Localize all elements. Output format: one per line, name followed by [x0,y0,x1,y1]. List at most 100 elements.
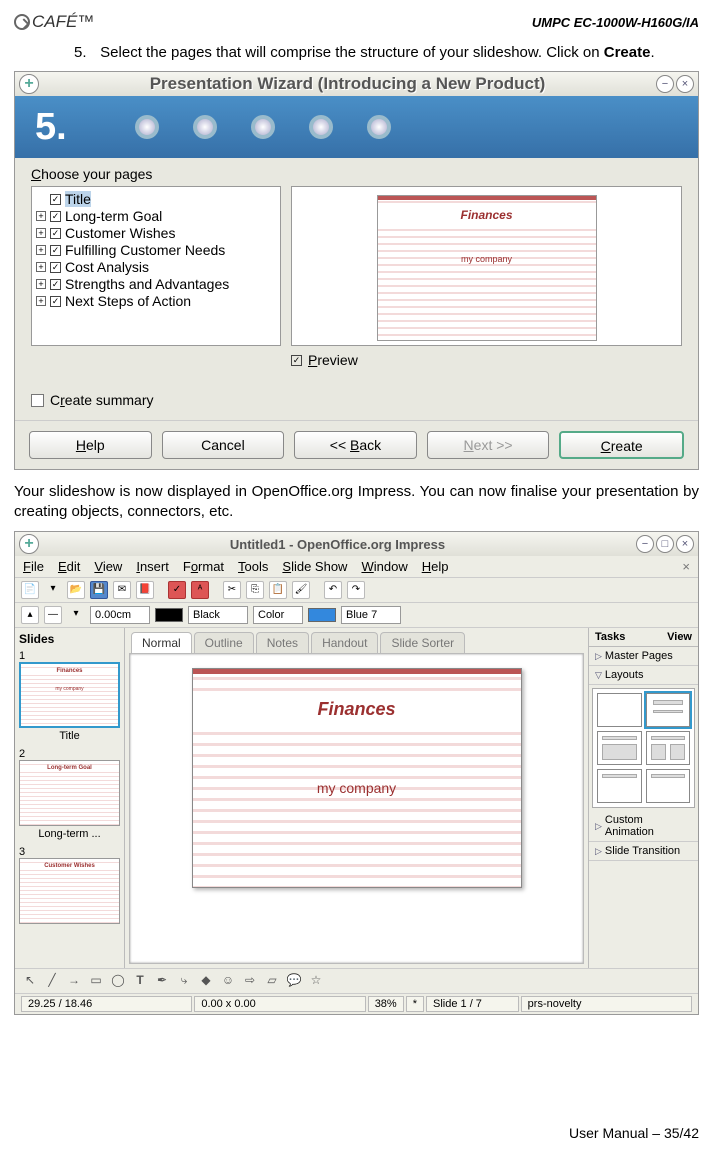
save-icon[interactable]: 💾 [90,581,108,599]
line-color[interactable]: Black [188,606,248,624]
tab-outline[interactable]: Outline [194,632,254,653]
new-icon[interactable]: 📄 [21,581,39,599]
menu-format[interactable]: Format [183,559,224,574]
select-icon[interactable]: ↖ [21,972,39,990]
fill-type[interactable]: Color [253,606,303,624]
layout-two[interactable] [646,731,691,765]
status-size: 0.00 x 0.00 [194,996,365,1012]
cancel-button[interactable]: Cancel [162,431,285,459]
spellcheck-icon[interactable]: ✓ [168,581,186,599]
layout-grid[interactable] [646,769,691,803]
slide-transition-section[interactable]: ▷Slide Transition [589,842,698,861]
redo-icon[interactable]: ↷ [347,581,365,599]
swatch-black[interactable] [155,608,183,622]
star-icon[interactable]: ☆ [307,972,325,990]
menu-insert[interactable]: Insert [136,559,169,574]
brush-icon[interactable]: 🖌 [292,581,310,599]
line-icon[interactable]: — [44,606,62,624]
rect-icon[interactable]: ▭ [87,972,105,990]
tab-notes[interactable]: Notes [256,632,309,653]
callout-icon[interactable]: 💬 [285,972,303,990]
menu-slideshow[interactable]: Slide Show [282,559,347,574]
tab-handout[interactable]: Handout [311,632,378,653]
page-item: +✓Customer Wishes [36,225,276,241]
plus-icon[interactable]: + [19,534,39,554]
back-button[interactable]: << Back [294,431,417,459]
logo-icon [14,14,30,30]
layouts-section[interactable]: ▽Layouts [589,666,698,685]
layout-list[interactable] [597,769,642,803]
slide-editor[interactable]: Finances my company [192,668,522,888]
toolbar-2: ▴ —▾ 0.00cm Black Color Blue 7 [15,603,698,628]
preview-checkbox[interactable]: ✓Preview [291,352,682,368]
menu-tools[interactable]: Tools [238,559,268,574]
copy-icon[interactable]: ⎘ [246,581,264,599]
maximize-icon[interactable]: □ [656,535,674,553]
text-icon[interactable]: T [131,972,149,990]
ellipse-icon[interactable]: ◯ [109,972,127,990]
tab-normal[interactable]: Normal [131,632,192,653]
autospell-icon[interactable]: ᴬ [191,581,209,599]
arrow-icon[interactable]: ▴ [21,606,39,624]
line-icon[interactable]: ╱ [43,972,61,990]
menu-edit[interactable]: Edit [58,559,80,574]
pdf-icon[interactable]: 📕 [136,581,154,599]
doc-close-icon[interactable]: × [682,559,690,574]
shapes-icon[interactable]: ◆ [197,972,215,990]
close-icon[interactable]: × [676,535,694,553]
menubar: File Edit View Insert Format Tools Slide… [15,556,698,578]
slide-thumb-2[interactable]: Long-term Goal [19,760,120,826]
connector-icon[interactable]: ⤷ [175,972,193,990]
menu-window[interactable]: Window [361,559,407,574]
block-arrow-icon[interactable]: ⇨ [241,972,259,990]
step-bold: Create [604,44,651,61]
swatch-blue[interactable] [308,608,336,622]
impress-title: Untitled1 - OpenOffice.org Impress [39,537,636,552]
open-icon[interactable]: 📂 [67,581,85,599]
statusbar: 29.25 / 18.46 0.00 x 0.00 38% * Slide 1 … [15,993,698,1014]
step-dot [367,115,391,139]
create-button[interactable]: Create [559,431,684,459]
menu-file[interactable]: File [23,559,44,574]
curve-icon[interactable]: ✒ [153,972,171,990]
arrow-icon[interactable]: → [65,972,83,990]
fill-color[interactable]: Blue 7 [341,606,401,624]
cut-icon[interactable]: ✂ [223,581,241,599]
menu-view[interactable]: View [94,559,122,574]
line-width[interactable]: 0.00cm [90,606,150,624]
help-button[interactable]: Help [29,431,152,459]
create-summary-checkbox[interactable]: Create summary [31,392,682,408]
layout-content[interactable] [597,731,642,765]
minimize-icon[interactable]: − [656,75,674,93]
page-item: +✓Next Steps of Action [36,293,276,309]
minimize-icon[interactable]: − [636,535,654,553]
email-icon[interactable]: ✉ [113,581,131,599]
slide-thumb-1[interactable]: Financesmy company [19,662,120,728]
layouts-grid [592,688,695,808]
undo-icon[interactable]: ↶ [324,581,342,599]
slide-title[interactable]: Finances [193,695,521,724]
plus-icon[interactable]: + [19,74,39,94]
status-slide: Slide 1 / 7 [426,996,519,1012]
close-icon[interactable]: × [676,75,694,93]
tasks-view[interactable]: View [667,631,692,643]
pages-list[interactable]: ✓Title +✓Long-term Goal +✓Customer Wishe… [31,186,281,346]
impress-window: + Untitled1 - OpenOffice.org Impress −□×… [14,531,699,1015]
layout-title[interactable] [646,693,691,727]
wizard-titlebar: + Presentation Wizard (Introducing a New… [15,72,698,96]
slide-canvas[interactable]: Finances my company [129,653,584,964]
symbol-icon[interactable]: ☺ [219,972,237,990]
thumb-label: Title [19,730,120,742]
slide-subtitle[interactable]: my company [193,780,521,796]
slide-thumb-3[interactable]: Customer Wishes [19,858,120,924]
custom-animation-section[interactable]: ▷Custom Animation [589,811,698,842]
flowchart-icon[interactable]: ▱ [263,972,281,990]
status-zoom[interactable]: 38% [368,996,404,1012]
master-pages-section[interactable]: ▷Master Pages [589,647,698,666]
tab-sorter[interactable]: Slide Sorter [380,632,465,653]
step-dot [135,115,159,139]
layout-blank[interactable] [597,693,642,727]
menu-help[interactable]: Help [422,559,449,574]
step-number: 5. [74,44,96,61]
paste-icon[interactable]: 📋 [269,581,287,599]
